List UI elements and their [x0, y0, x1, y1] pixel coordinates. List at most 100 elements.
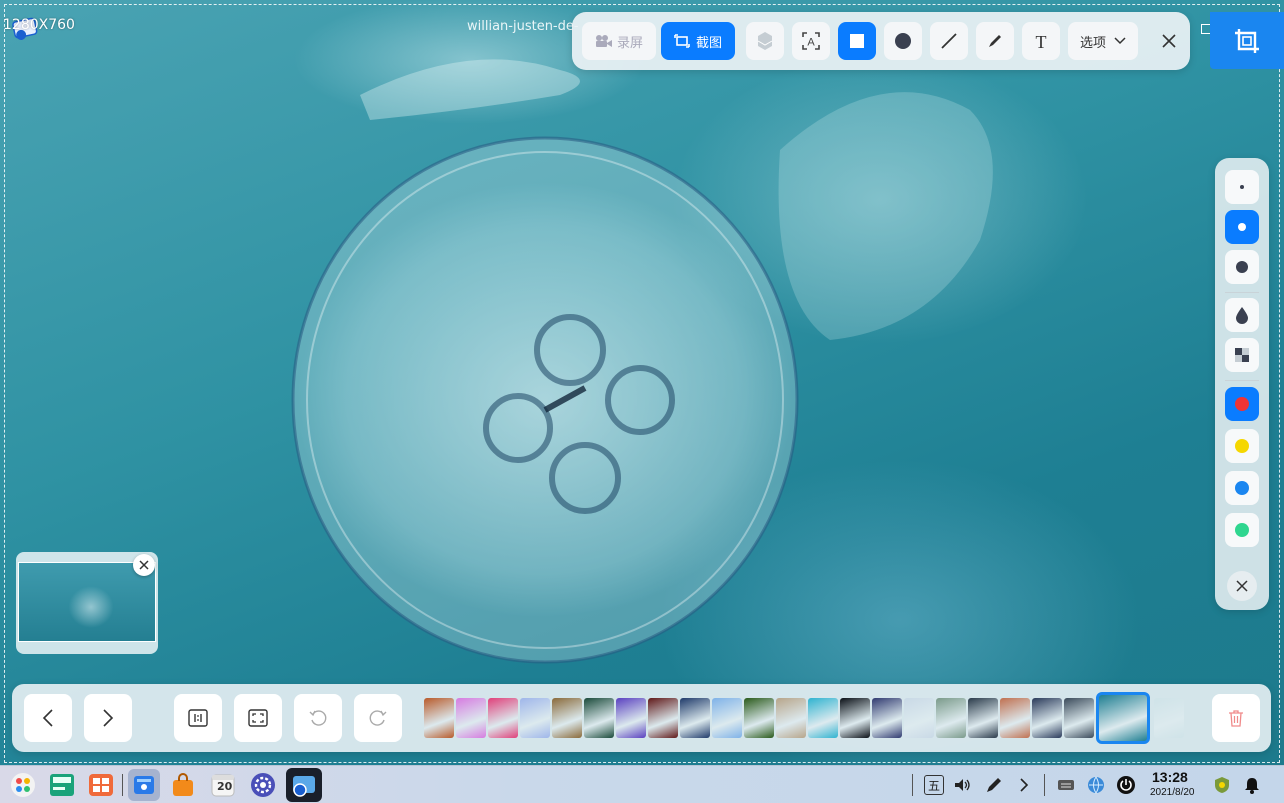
filmstrip-thumbnail[interactable]	[424, 698, 454, 738]
size-small-button[interactable]	[1225, 170, 1259, 204]
filmstrip-thumbnail[interactable]	[488, 698, 518, 738]
close-toolbar-button[interactable]	[1152, 22, 1186, 60]
speaker-icon	[955, 779, 970, 791]
record-button[interactable]: 录屏	[582, 22, 656, 60]
filmstrip-thumbnail[interactable]	[776, 698, 806, 738]
filmstrip-thumbnail[interactable]	[552, 698, 582, 738]
launcher-button[interactable]	[8, 770, 38, 800]
keyboard-button[interactable]	[1056, 775, 1076, 795]
mosaic-mode-button[interactable]	[1225, 338, 1259, 372]
power-icon	[1117, 776, 1135, 794]
actual-size-button[interactable]	[174, 694, 222, 742]
screenshot-button[interactable]: 截图	[661, 22, 735, 60]
ocr-button[interactable]: A	[792, 22, 830, 60]
ellipse-tool-button[interactable]	[884, 22, 922, 60]
options-dropdown[interactable]: 选项	[1068, 22, 1138, 60]
color-blue-button[interactable]	[1225, 471, 1259, 505]
power-button[interactable]	[1116, 775, 1136, 795]
mosaic-icon	[1235, 348, 1249, 362]
screenshot-label: 截图	[695, 35, 722, 51]
size-large-button[interactable]	[1225, 250, 1259, 284]
volume-button[interactable]	[952, 775, 972, 795]
svg-text:T: T	[1036, 32, 1047, 50]
launcher-icon	[11, 773, 35, 797]
filmstrip-thumbnail[interactable]	[744, 698, 774, 738]
color-swatch-green-icon	[1235, 523, 1249, 537]
next-image-button[interactable]	[84, 694, 132, 742]
filmstrip-thumbnail[interactable]	[1000, 698, 1030, 738]
filmstrip-thumbnail[interactable]	[712, 698, 742, 738]
size-medium-button[interactable]	[1225, 210, 1259, 244]
text-tool-button[interactable]: T	[1022, 22, 1060, 60]
calendar-button[interactable]: 20	[208, 770, 238, 800]
filmstrip-thumbnail[interactable]	[1032, 698, 1062, 738]
tray-expand-button[interactable]	[1014, 775, 1034, 795]
taskbar-separator	[912, 774, 913, 796]
close-panel-button[interactable]	[1227, 571, 1257, 601]
filmstrip-thumbnail[interactable]	[872, 698, 902, 738]
filmstrip-thumbnail[interactable]	[456, 698, 486, 738]
bell-icon	[1245, 778, 1259, 794]
close-icon	[139, 560, 149, 570]
rotate-left-icon	[309, 710, 327, 726]
security-center-button[interactable]	[1212, 775, 1232, 795]
app-store-button[interactable]	[86, 770, 116, 800]
filmstrip-thumbnail[interactable]	[520, 698, 550, 738]
filmstrip-thumbnail[interactable]	[968, 698, 998, 738]
filmstrip-thumbnail[interactable]	[584, 698, 614, 738]
filmstrip-thumbnail[interactable]	[1064, 698, 1094, 738]
filmstrip-thumbnail-selected[interactable]	[1096, 692, 1150, 744]
svg-text:A: A	[807, 37, 815, 49]
filmstrip-thumbnail[interactable]	[1154, 698, 1184, 738]
blur-mode-button[interactable]	[1225, 298, 1259, 332]
app-store-bag-button[interactable]	[168, 770, 198, 800]
multitask-view-button[interactable]	[47, 770, 77, 800]
input-method-indicator[interactable]: 五	[924, 775, 944, 795]
text-t-icon: T	[1036, 32, 1047, 50]
rectangle-tool-button[interactable]	[838, 22, 876, 60]
color-yellow-button[interactable]	[1225, 429, 1259, 463]
previous-image-button[interactable]	[24, 694, 72, 742]
color-green-button[interactable]	[1225, 513, 1259, 547]
rotate-right-button[interactable]	[354, 694, 402, 742]
color-red-button[interactable]	[1225, 387, 1259, 421]
filmstrip-thumbnail[interactable]	[648, 698, 678, 738]
filmstrip-thumbnail[interactable]	[904, 698, 934, 738]
blur-tool-button[interactable]	[746, 22, 784, 60]
capture-region-border[interactable]	[4, 4, 1280, 763]
color-swatch-blue-icon	[1235, 481, 1249, 495]
crop-confirm-button[interactable]	[1210, 12, 1284, 69]
delete-image-button[interactable]	[1212, 694, 1260, 742]
tool-settings-panel	[1215, 158, 1269, 610]
options-label: 选项	[1079, 35, 1106, 51]
network-globe-icon	[1088, 776, 1104, 794]
folder-app-icon	[134, 776, 154, 794]
filmstrip-thumbnail[interactable]	[808, 698, 838, 738]
rotate-left-button[interactable]	[294, 694, 342, 742]
actual-size-icon	[188, 709, 208, 727]
notifications-button[interactable]	[1242, 775, 1262, 795]
handwriting-button[interactable]	[984, 775, 1004, 795]
network-button[interactable]	[1086, 775, 1106, 795]
trash-icon	[1229, 710, 1243, 727]
capture-size-label: 1280X760	[3, 17, 75, 33]
video-camera-icon	[595, 35, 612, 47]
close-preview-button[interactable]	[133, 554, 155, 576]
pen-tool-button[interactable]	[976, 22, 1014, 60]
line-tool-button[interactable]	[930, 22, 968, 60]
clock-time[interactable]: 13:28	[1152, 769, 1188, 785]
screenshot-app-button[interactable]	[286, 768, 322, 802]
line-icon	[941, 33, 957, 49]
filmstrip-thumbnail[interactable]	[840, 698, 870, 738]
panel-divider	[1225, 292, 1259, 293]
keyboard-icon	[1058, 780, 1074, 790]
file-manager-button[interactable]	[128, 769, 160, 801]
settings-button[interactable]	[248, 770, 278, 800]
rotate-right-icon	[369, 710, 387, 726]
fit-window-button[interactable]	[234, 694, 282, 742]
filmstrip-thumbnail[interactable]	[680, 698, 710, 738]
layers-icon	[757, 32, 773, 50]
filmstrip-thumbnail[interactable]	[936, 698, 966, 738]
shield-icon	[1215, 777, 1229, 793]
filmstrip-thumbnail[interactable]	[616, 698, 646, 738]
